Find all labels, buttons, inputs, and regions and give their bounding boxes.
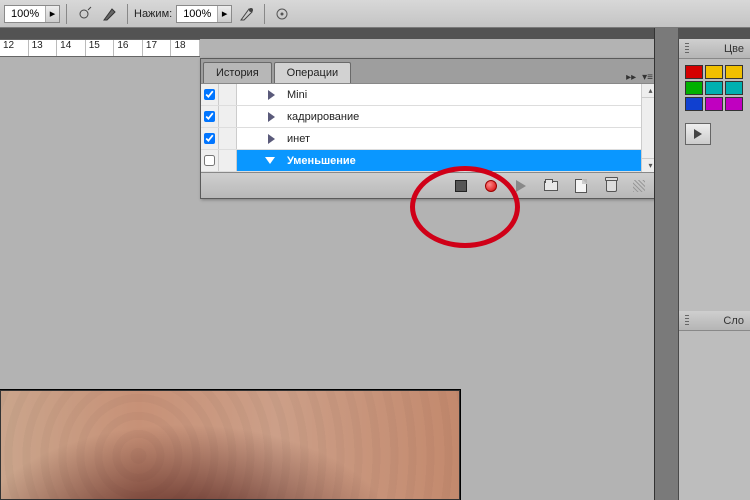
grip-icon — [685, 315, 689, 327]
record-button[interactable] — [483, 178, 499, 194]
toggle-checkbox[interactable] — [201, 150, 219, 171]
action-row[interactable]: Mini — [201, 84, 641, 106]
actions-panel: История Операции ▸▸ ▾≡ Mini кадрирование — [200, 58, 660, 199]
ruler-tick: 17 — [143, 40, 172, 56]
expand-toggle[interactable] — [237, 84, 281, 105]
trash-icon — [606, 179, 617, 192]
stop-icon — [455, 180, 467, 192]
grip-icon — [685, 43, 689, 55]
action-row[interactable]: кадрирование — [201, 106, 641, 128]
pressure-label: Нажим: — [134, 8, 172, 20]
tab-actions[interactable]: Операции — [274, 62, 351, 83]
tablet-pressure-size-icon[interactable] — [236, 3, 258, 25]
action-label: кадрирование — [281, 106, 641, 127]
new-action-button[interactable] — [573, 178, 589, 194]
swatch-magenta2[interactable] — [725, 97, 743, 111]
triangle-down-icon — [265, 157, 275, 164]
expand-toggle[interactable] — [237, 106, 281, 127]
play-icon — [516, 180, 526, 192]
dialog-toggle[interactable] — [219, 150, 237, 171]
tab-history[interactable]: История — [203, 62, 272, 83]
tablet-pressure-opacity-icon[interactable] — [99, 3, 121, 25]
ruler-tick: 15 — [86, 40, 115, 56]
actions-footer — [201, 172, 659, 198]
dialog-toggle[interactable] — [219, 128, 237, 149]
zoom-dropdown-arrow[interactable]: ▸ — [45, 6, 59, 22]
swatch-blue[interactable] — [685, 97, 703, 111]
actions-list: Mini кадрирование инет Уменьшение — [201, 83, 659, 172]
swatch-red[interactable] — [685, 65, 703, 79]
triangle-right-icon — [268, 112, 275, 122]
ruler-tick: 16 — [114, 40, 143, 56]
target-icon[interactable] — [271, 3, 293, 25]
play-button[interactable] — [513, 178, 529, 194]
color-tab[interactable]: Цве — [679, 39, 750, 59]
action-row[interactable]: инет — [201, 128, 641, 150]
record-icon — [485, 180, 497, 192]
layers-tab[interactable]: Сло — [679, 311, 750, 331]
play-icon — [694, 129, 702, 139]
expand-toggle[interactable] — [237, 150, 281, 171]
pressure-dropdown-arrow[interactable]: ▸ — [217, 6, 231, 22]
dialog-toggle[interactable] — [219, 106, 237, 127]
action-label: Mini — [281, 84, 641, 105]
color-swatches — [679, 59, 750, 117]
action-label: Уменьшение — [281, 150, 641, 171]
document-canvas[interactable] — [0, 390, 460, 500]
folder-icon — [544, 181, 558, 191]
zoom-value: 100% — [5, 8, 45, 20]
panel-menu-icon[interactable]: ▾≡ — [642, 72, 653, 83]
expand-toggle[interactable] — [237, 128, 281, 149]
swatch-yellow[interactable] — [705, 65, 723, 79]
triangle-right-icon — [268, 134, 275, 144]
swatch-cyan2[interactable] — [725, 81, 743, 95]
toggle-checkbox[interactable] — [201, 84, 219, 105]
stop-button[interactable] — [453, 178, 469, 194]
swatch-cyan[interactable] — [705, 81, 723, 95]
delete-button[interactable] — [603, 178, 619, 194]
horizontal-ruler: 12 13 14 15 16 17 18 — [0, 39, 200, 57]
sidebar-play-button[interactable] — [685, 123, 711, 145]
panel-tabbar: История Операции ▸▸ ▾≡ — [201, 59, 659, 83]
toggle-checkbox[interactable] — [201, 128, 219, 149]
new-set-button[interactable] — [543, 178, 559, 194]
action-row-selected[interactable]: Уменьшение — [201, 150, 641, 172]
divider — [66, 4, 67, 24]
action-label: инет — [281, 128, 641, 149]
toggle-checkbox[interactable] — [201, 106, 219, 127]
layers-tab-label: Сло — [723, 315, 744, 327]
swatch-magenta[interactable] — [705, 97, 723, 111]
dock-strip — [654, 28, 678, 500]
pressure-field[interactable]: 100% ▸ — [176, 5, 232, 23]
new-document-icon — [575, 179, 587, 193]
dialog-toggle[interactable] — [219, 84, 237, 105]
triangle-right-icon — [268, 90, 275, 100]
right-sidebar: Цве Сло — [678, 39, 750, 500]
pressure-value: 100% — [177, 8, 217, 20]
ruler-tick: 18 — [171, 40, 200, 56]
dark-spacer — [0, 28, 750, 39]
ruler-tick: 12 — [0, 40, 29, 56]
color-tab-label: Цве — [724, 43, 744, 55]
options-toolbar: 100% ▸ Нажим: 100% ▸ — [0, 0, 750, 28]
resize-grip-icon[interactable] — [633, 180, 645, 192]
ruler-tick: 14 — [57, 40, 86, 56]
zoom-field[interactable]: 100% ▸ — [4, 5, 60, 23]
airbrush-icon[interactable] — [73, 3, 95, 25]
ruler-tick: 13 — [29, 40, 58, 56]
panel-expand-icon[interactable]: ▸▸ — [626, 72, 636, 83]
divider — [264, 4, 265, 24]
swatch-yellow2[interactable] — [725, 65, 743, 79]
divider — [127, 4, 128, 24]
swatch-green[interactable] — [685, 81, 703, 95]
